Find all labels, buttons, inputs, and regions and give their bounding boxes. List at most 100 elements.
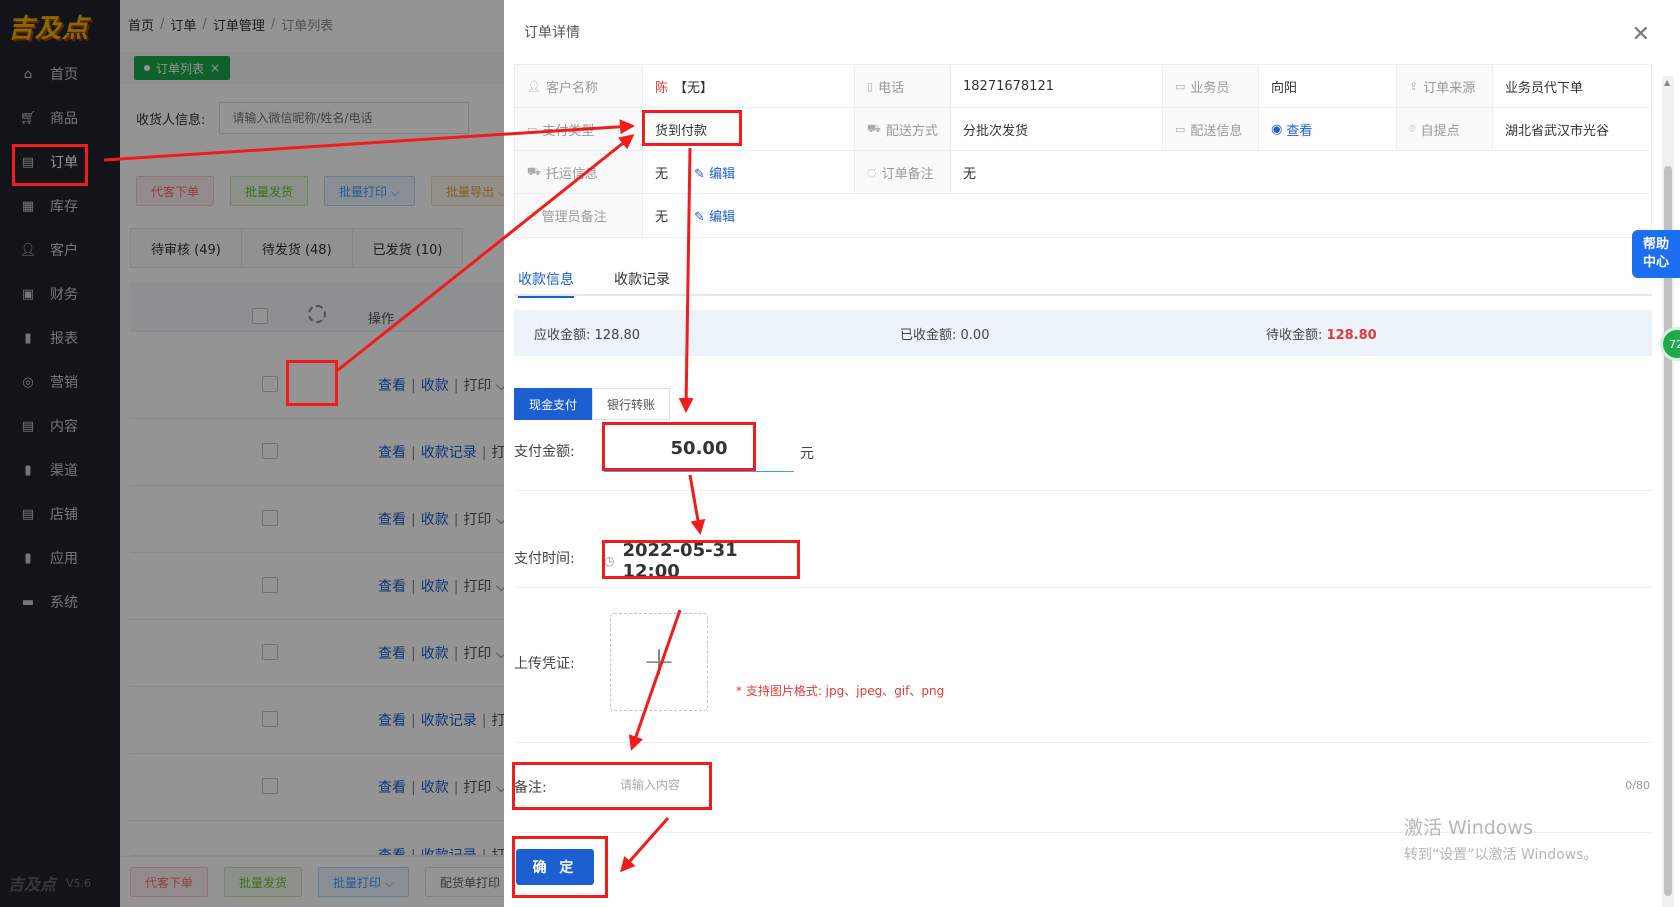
tab-payment-records[interactable]: 收款记录 — [614, 262, 670, 296]
filter-label: 收货人信息: — [136, 112, 206, 128]
collect-link[interactable]: 收款 — [421, 646, 449, 662]
sidebar-item-label: 订单 — [50, 155, 78, 171]
delivery-label: ⛟ 配送方式 — [855, 108, 951, 150]
print-dropdown[interactable]: 打印 ⌵ — [491, 848, 504, 855]
view-link[interactable]: 查看 — [378, 579, 406, 595]
view-link[interactable]: 查看 — [378, 780, 406, 796]
edit-shipping-link[interactable]: ✎ 编辑 — [694, 163, 735, 182]
print-dropdown[interactable]: 打印 ⌵ — [463, 646, 506, 662]
sidebar-item-reports[interactable]: ▮ 报表 — [0, 316, 120, 360]
select-all-checkbox[interactable] — [252, 308, 268, 324]
home-icon: ⌂ — [23, 66, 33, 82]
proxy-order-button[interactable]: 代客下单 — [136, 176, 215, 206]
view-link[interactable]: 查看 — [378, 646, 406, 662]
order-info-table: 👤︎ 客户名称 陈【无】 ▯ 电话 18271678121 ▭ 业务员 向阳 ⇪ 订单来… — [514, 64, 1652, 238]
bank-transfer-button[interactable]: 银行转账 — [592, 388, 671, 420]
admin-note-text: 无 — [655, 210, 669, 225]
sidebar-item-inventory[interactable]: ▦ 库存 — [0, 184, 120, 228]
view-link[interactable]: 查看 — [378, 445, 406, 461]
pending-amount: 待收金额: 128.80 — [1266, 327, 1377, 343]
collect-record-link[interactable]: 收款记录 — [421, 713, 477, 729]
row-checkbox[interactable] — [262, 443, 278, 459]
gear-icon[interactable] — [308, 305, 326, 323]
tab-shipped[interactable]: 已发货 (10) — [352, 228, 464, 268]
collect-link[interactable]: 收款 — [421, 512, 449, 528]
batch-ship-button[interactable]: 批量发货 — [224, 867, 303, 897]
customer-tag: 【无】 — [674, 80, 714, 96]
print-dropdown[interactable]: 打印 ⌵ — [463, 780, 506, 796]
proxy-order-button[interactable]: 代客下单 — [130, 867, 209, 897]
picking-print-button[interactable]: 配货单打印 — [424, 867, 515, 897]
brand-logo[interactable]: 吉及点 — [0, 0, 120, 52]
receiver-search-input[interactable] — [219, 102, 470, 134]
payment-time-picker[interactable]: ◷ 2022-05-31 12:00 — [604, 540, 798, 582]
sidebar-item-channels[interactable]: ▮ 渠道 — [0, 448, 120, 492]
sidebar-item-marketing[interactable]: ◎ 营销 — [0, 360, 120, 404]
collect-link[interactable]: 收款 — [421, 579, 449, 595]
breadcrumb-item[interactable]: 首页 — [128, 15, 154, 34]
watermark-line2: 转到“设置”以激活 Windows。 — [1404, 847, 1598, 863]
view-link[interactable]: 查看 — [378, 848, 406, 855]
sidebar-item-system[interactable]: ▬ 系统 — [0, 580, 120, 624]
collect-link[interactable]: 收款 — [421, 780, 449, 796]
delivery-info-label: ▭ 配送信息 — [1163, 108, 1259, 150]
scroll-up-icon[interactable]: ▲ — [1664, 78, 1670, 87]
watermark-line1: 激活 Windows — [1404, 817, 1533, 839]
confirm-button[interactable]: 确 定 — [516, 849, 594, 885]
sidebar-item-label: 首页 — [50, 67, 78, 83]
breadcrumb-item[interactable]: 订单管理 — [213, 15, 265, 34]
view-link[interactable]: 查看 — [378, 512, 406, 528]
table-row: 查看 | 收款 | 打印 ⌵ — [130, 620, 507, 687]
edit-admin-note-link[interactable]: ✎ 编辑 — [694, 206, 735, 225]
help-center-button[interactable]: 帮助 中心 — [1632, 230, 1680, 278]
customer-name: 陈 — [655, 80, 669, 96]
drawer-scrollbar[interactable]: ▲ — [1662, 76, 1674, 907]
close-icon[interactable]: × — [210, 61, 220, 75]
row-checkbox[interactable] — [262, 577, 278, 593]
sidebar-item-finance[interactable]: ▣ 财务 — [0, 272, 120, 316]
page-tag[interactable]: 订单列表 × — [134, 56, 231, 80]
sidebar-item-label: 商品 — [50, 111, 78, 127]
collect-record-link[interactable]: 收款记录 — [421, 848, 477, 855]
sidebar-item-stores[interactable]: ▤ 店铺 — [0, 492, 120, 536]
remark-input[interactable] — [604, 767, 1204, 803]
user-icon: 👤︎ — [19, 242, 37, 258]
monitor-icon: ▬ — [21, 594, 35, 610]
sidebar-item-customers[interactable]: 👤︎ 客户 — [0, 228, 120, 272]
print-dropdown[interactable]: 打印 ⌵ — [463, 512, 506, 528]
tab-pending-review[interactable]: 待审核 (49) — [130, 228, 242, 268]
pickup-label: ⌾ 自提点 — [1397, 108, 1493, 150]
batch-ship-button[interactable]: 批量发货 — [230, 176, 309, 206]
tab-payment-info[interactable]: 收款信息 — [518, 262, 574, 298]
close-icon[interactable]: ✕ — [1632, 22, 1650, 47]
batch-print-button[interactable]: 批量打印 ⌵ — [318, 867, 409, 897]
page-tag-bar: 订单列表 × — [120, 52, 504, 84]
sidebar-item-home[interactable]: ⌂ 首页 — [0, 52, 120, 96]
batch-print-button[interactable]: 批量打印 ⌵ — [324, 176, 415, 206]
row-checkbox[interactable] — [262, 510, 278, 526]
table-row: 查看 | 收款 | 打印 ⌵ — [130, 553, 507, 620]
sidebar-item-label: 库存 — [50, 199, 78, 215]
print-dropdown[interactable]: 打印 ⌵ — [463, 579, 506, 595]
view-link[interactable]: 查看 — [378, 713, 406, 729]
breadcrumb-item[interactable]: 订单 — [170, 15, 196, 34]
sidebar-footer: 吉及点 V5.6 — [8, 871, 91, 895]
tab-pending-ship[interactable]: 待发货 (48) — [241, 228, 353, 268]
amount-input[interactable]: 50.00 — [604, 425, 794, 472]
row-checkbox[interactable] — [262, 376, 278, 392]
upload-voucher-button[interactable]: + — [610, 613, 708, 711]
row-checkbox[interactable] — [262, 711, 278, 727]
sidebar-item-orders[interactable]: ▤ 订单 — [0, 140, 120, 184]
print-dropdown[interactable]: 打印 ⌵ — [463, 378, 506, 394]
row-checkbox[interactable] — [262, 644, 278, 660]
view-delivery-link[interactable]: 查看 — [1286, 120, 1312, 139]
sidebar-item-label: 系统 — [50, 595, 78, 611]
sidebar-item-apps[interactable]: ▮ 应用 — [0, 536, 120, 580]
view-link[interactable]: 查看 — [378, 378, 406, 394]
row-checkbox[interactable] — [262, 778, 278, 794]
sidebar-item-content[interactable]: ▤ 内容 — [0, 404, 120, 448]
cash-payment-button[interactable]: 现金支付 — [514, 388, 593, 420]
sidebar-item-goods[interactable]: 🛒︎ 商品 — [0, 96, 120, 140]
collect-record-link[interactable]: 收款记录 — [421, 445, 477, 461]
collect-link[interactable]: 收款 — [421, 378, 449, 394]
